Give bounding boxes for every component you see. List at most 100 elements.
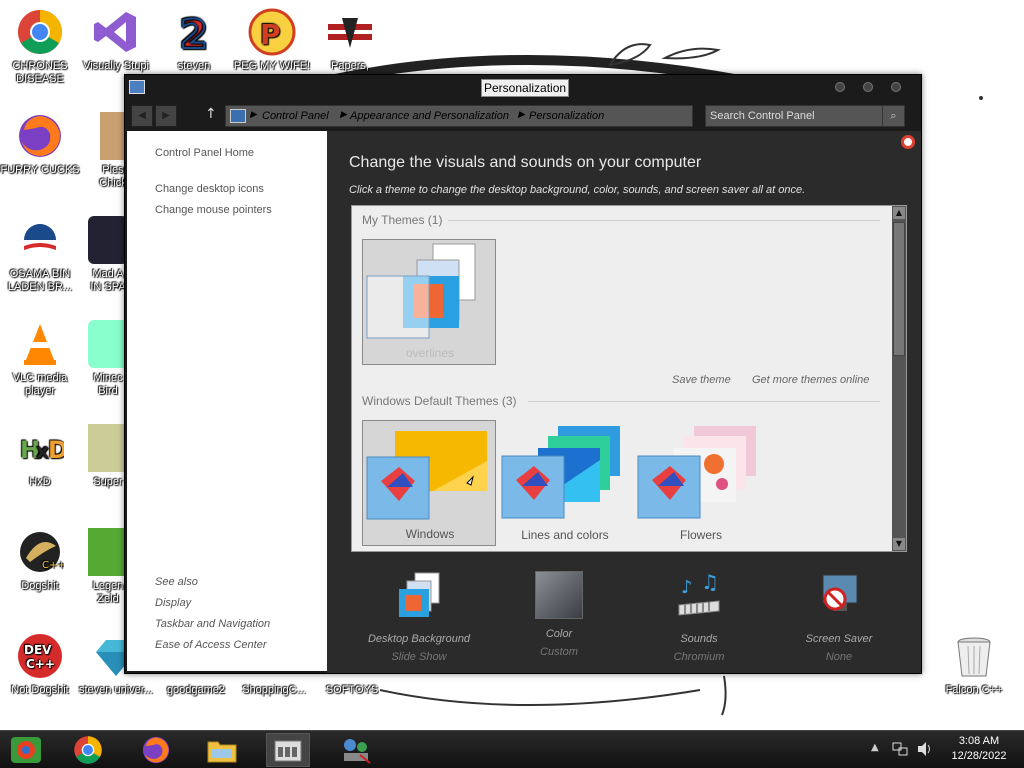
papers-please-icon	[328, 18, 372, 48]
theme-tile-flowers[interactable]: Flowers	[634, 420, 768, 546]
desktop-icon-label: Super	[93, 476, 123, 488]
svg-text:2: 2	[180, 12, 208, 56]
desktop-icon-papers-please[interactable]: Papers,	[310, 8, 390, 73]
scroll-up-icon[interactable]: ▲	[893, 207, 905, 219]
scroll-down-icon[interactable]: ▼	[893, 538, 905, 550]
control-panel-icon	[230, 109, 246, 123]
help-icon[interactable]	[901, 135, 915, 149]
theme-preview-icon	[366, 431, 487, 520]
svg-text:C++: C++	[26, 657, 55, 671]
desktop-icon-dogshit[interactable]: C++ Dogshit	[0, 528, 80, 593]
desktop-icon-chrome[interactable]: CHRONES DISEASE	[0, 8, 80, 86]
screen-saver-setting[interactable]: Screen Saver None	[769, 571, 909, 666]
forward-button[interactable]: ▶	[155, 105, 177, 127]
recycle-bin-icon	[957, 637, 991, 677]
taskbar-file-explorer[interactable]	[200, 733, 244, 767]
theme-tile-overlines[interactable]: overlines	[362, 239, 496, 365]
firefox-icon	[19, 115, 61, 157]
up-arrow-icon[interactable]: ↑	[205, 106, 217, 122]
desktop-icon-label: Mad A IN SPA	[90, 268, 126, 293]
minimize-button[interactable]	[835, 82, 845, 92]
desktop-icon-visual-studio[interactable]: Visually Stupi	[76, 8, 156, 73]
color-setting[interactable]: Color Custom	[489, 571, 629, 661]
desktop-icon-hxd[interactable]: H x D HxD	[0, 424, 80, 489]
network-icon[interactable]	[892, 741, 908, 757]
breadcrumb-control-panel[interactable]: Control Panel	[262, 110, 329, 122]
address-bar[interactable]: ▶ Control Panel ▶ Appearance and Persona…	[225, 105, 785, 127]
desktop-icon-label: Dogshit	[21, 580, 59, 592]
see-also-heading: See also	[155, 576, 198, 588]
ease-of-access-link[interactable]: Ease of Access Center	[155, 639, 266, 651]
display-link[interactable]: Display	[155, 597, 191, 609]
desktop-icon-softoys[interactable]: SOFTOYS	[312, 684, 392, 697]
theme-tile-windows[interactable]: Windows	[362, 420, 496, 546]
change-mouse-pointers-link[interactable]: Change mouse pointers	[155, 204, 272, 216]
desktop-icon-super[interactable]: Super	[88, 424, 128, 489]
system-clock[interactable]: 3:08 AM 12/28/2022	[944, 734, 1014, 764]
taskbar-control-panel[interactable]	[266, 733, 310, 767]
save-theme-link[interactable]: Save theme	[672, 374, 731, 386]
chrome-icon	[18, 10, 62, 54]
desktop-icon-label: ShoppingC...	[242, 684, 306, 696]
page-subtitle: Click a theme to change the desktop back…	[349, 184, 806, 196]
taskbar-firefox[interactable]	[134, 733, 178, 767]
devcpp-icon: DEV C++	[18, 634, 62, 678]
taskbar-chrome[interactable]	[66, 733, 110, 767]
my-themes-label: My Themes (1)	[362, 213, 443, 227]
desktop-icon-firefox[interactable]: FURRY CUCKS	[0, 112, 80, 177]
search-input[interactable]	[710, 109, 878, 123]
desktop-icon-minecraft-birds[interactable]: Minec Bird	[88, 320, 128, 398]
close-button[interactable]	[891, 82, 901, 92]
window-title: Personalization	[481, 79, 570, 97]
search-box[interactable]: ⌕	[705, 105, 905, 127]
back-button[interactable]: ◀	[131, 105, 153, 127]
search-icon[interactable]: ⌕	[882, 106, 904, 126]
pixel-game-icon	[88, 424, 128, 472]
taskbar-network-app[interactable]	[334, 733, 378, 767]
breadcrumb-personalization[interactable]: Personalization	[529, 110, 604, 122]
desktop-background-setting[interactable]: Desktop Background Slide Show	[349, 571, 489, 666]
visual-studio-icon	[94, 12, 136, 52]
control-panel-icon	[274, 740, 302, 762]
desktop-icon-zelda[interactable]: Legen Zeld	[88, 528, 128, 606]
svg-text:♫: ♫	[701, 571, 719, 594]
svg-text:DEV: DEV	[24, 643, 52, 657]
desktop-icon-angry-birds-space[interactable]: Mad A IN SPA	[88, 216, 128, 294]
desktop-icon-label: HxD	[29, 476, 51, 488]
clock-time: 3:08 AM	[958, 735, 1000, 747]
desktop-icon-label: PEG MY WIFE!	[233, 60, 311, 72]
svg-text:P: P	[260, 18, 281, 51]
desktop-icon-steven[interactable]: 2 steven	[154, 8, 234, 73]
desktop-icon-goodgame2[interactable]: goodgame2	[156, 684, 236, 697]
scroll-thumb[interactable]	[893, 222, 905, 356]
volume-icon[interactable]	[916, 741, 934, 757]
theme-preview-icon	[501, 426, 620, 519]
theme-name: Windows	[405, 527, 455, 541]
show-hidden-icons[interactable]: ▲	[871, 742, 879, 753]
desktop-icon-obama[interactable]: OSAMA BIN LADEN BR...	[0, 216, 80, 294]
maximize-button[interactable]	[863, 82, 873, 92]
sounds-setting[interactable]: ♪ ♫ Sounds Chromium	[629, 570, 769, 666]
desktop-icon-devcpp[interactable]: DEV C++ Not Dogshit	[0, 632, 80, 697]
color-swatch-icon	[535, 571, 583, 619]
window-titlebar[interactable]: Personalization	[125, 75, 921, 101]
breadcrumb-appearance[interactable]: Appearance and Personalization	[350, 110, 509, 122]
setting-label: Screen Saver	[805, 633, 873, 645]
desktop-icon-vlc[interactable]: VLC media player	[0, 320, 80, 398]
setting-value: Slide Show	[391, 651, 447, 663]
taskbar-navigation-link[interactable]: Taskbar and Navigation	[155, 618, 270, 630]
setting-label: Color	[545, 628, 573, 640]
theme-tile-lines-and-colors[interactable]: Lines and colors	[498, 420, 632, 546]
theme-list-scrollbar[interactable]: ▲ ▼	[892, 206, 906, 551]
theme-preview-icon	[366, 243, 476, 339]
start-button[interactable]	[4, 733, 48, 767]
breadcrumb-separator-icon: ▶	[518, 109, 525, 119]
change-desktop-icons-link[interactable]: Change desktop icons	[155, 183, 264, 195]
get-more-themes-link[interactable]: Get more themes online	[752, 374, 869, 386]
control-panel-home-link[interactable]: Control Panel Home	[155, 147, 254, 159]
desktop-icon-peggle[interactable]: P PEG MY WIFE!	[232, 8, 312, 73]
desktop-icon-shoppingc[interactable]: ShoppingC...	[234, 684, 314, 697]
desktop-icon-falcon-cpp[interactable]: Falcon C++	[934, 632, 1014, 697]
network-app-icon	[344, 739, 371, 764]
desktop-icon-label: Minec Bird	[93, 372, 123, 397]
